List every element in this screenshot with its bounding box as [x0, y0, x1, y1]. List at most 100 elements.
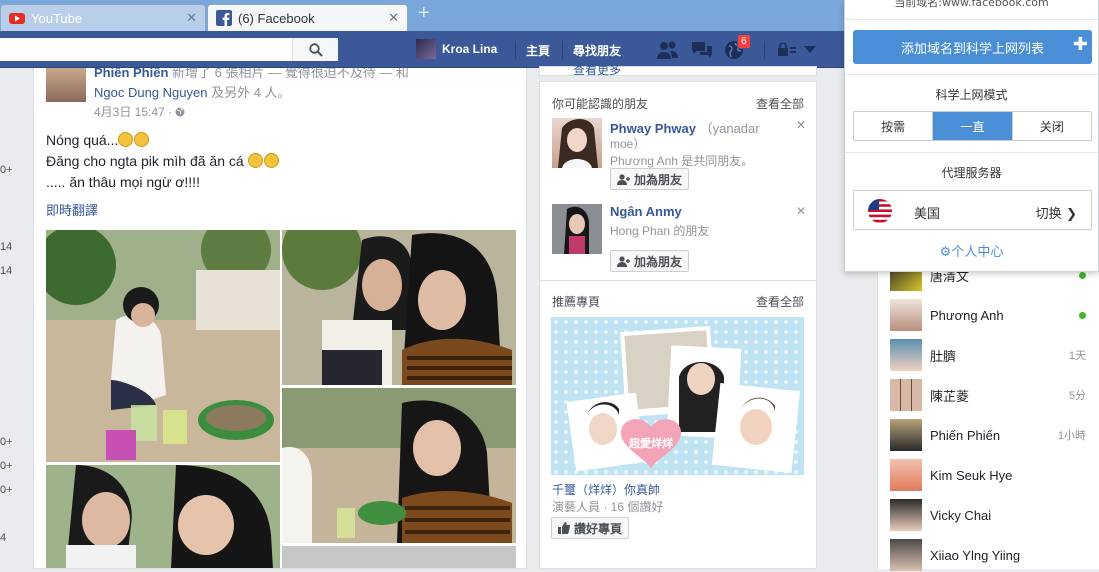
gear-icon: ⚙ — [939, 245, 952, 260]
chat-contact[interactable]: Kim Seuk Hye — [890, 458, 1086, 492]
see-more-link[interactable]: 查看更多 — [573, 61, 621, 78]
author-avatar[interactable] — [46, 68, 86, 102]
chat-contact[interactable]: 肚臍 1天 — [890, 338, 1086, 372]
contact-name: Phiến Phiến — [930, 427, 1001, 443]
messages-icon[interactable] — [690, 40, 714, 60]
us-flag-icon — [868, 199, 892, 223]
contact-name: 陳芷菱 — [930, 388, 970, 404]
switch-server-button[interactable]: 切换 ❯ — [1036, 203, 1077, 222]
suggestion-avatar[interactable] — [552, 118, 602, 168]
contact-name: Vicky Chai — [930, 507, 992, 523]
profile-name: Kroa Lina — [442, 42, 498, 56]
count-label: 0+ — [0, 460, 13, 472]
friend-suggestion: Phway Phway （yanadar moe） Phương Anh 是共同… — [552, 118, 806, 174]
privacy-shortcuts-icon[interactable] — [778, 43, 796, 57]
user-center-link[interactable]: ⚙个人中心 — [845, 241, 1098, 260]
page-name-link[interactable]: 千璽（烊烊）你真帥 — [552, 481, 660, 498]
mode-selector: 按需 一直 关闭 — [853, 111, 1092, 141]
plus-icon: ✚ — [1072, 34, 1088, 55]
chevron-down-icon[interactable] — [804, 46, 816, 54]
home-link[interactable]: 主頁 — [526, 42, 550, 59]
divider — [845, 152, 1098, 153]
tab-title: (6) Facebook — [238, 10, 315, 26]
tagged-others[interactable]: 及另外 4 人。 — [211, 85, 290, 100]
avatar — [890, 459, 922, 491]
chat-contact[interactable]: Phiến Phiến 1小時 — [890, 418, 1086, 452]
button-label: 讚好專頁 — [574, 521, 623, 536]
tab-youtube[interactable]: YouTube ✕ — [0, 4, 206, 31]
photo-image — [558, 119, 598, 168]
suggestion-avatar[interactable] — [552, 204, 602, 254]
proxy-server-selector[interactable]: 美国 切换 ❯ — [853, 190, 1092, 230]
mode-on-demand[interactable]: 按需 — [854, 112, 934, 140]
tab-title: YouTube — [31, 10, 83, 26]
tagged-name-link[interactable]: Ngoc Dung Nguyen — [94, 85, 207, 100]
button-label: 加為朋友 — [634, 172, 683, 187]
online-indicator — [1079, 271, 1086, 279]
avatar — [890, 539, 922, 571]
mode-off[interactable]: 关闭 — [1013, 112, 1091, 140]
last-active: 1小時 — [1057, 430, 1086, 442]
nav-divider — [515, 41, 516, 59]
author-name[interactable]: Phiến Phiến — [94, 68, 168, 80]
proxy-server-title: 代理服务器 — [941, 166, 1002, 180]
friend-requests-icon[interactable] — [656, 40, 680, 60]
close-tab-icon[interactable]: ✕ — [388, 10, 399, 26]
count-label: 14 — [0, 241, 13, 253]
post-photo[interactable] — [46, 465, 280, 568]
search-input[interactable] — [0, 38, 338, 61]
photo-image — [46, 465, 280, 568]
post-photo[interactable] — [282, 546, 516, 568]
emoji-icon — [247, 153, 263, 168]
chat-contact[interactable]: 陳芷菱 5分 — [890, 378, 1086, 412]
post-photo[interactable] — [46, 230, 280, 462]
add-domain-button[interactable]: 添加域名到科学上网列表 ✚ — [853, 30, 1092, 64]
contact-name: 肚臍 — [930, 348, 957, 364]
post-photo[interactable] — [282, 230, 516, 385]
avatar — [890, 499, 922, 531]
see-all-link[interactable]: 查看全部 — [756, 293, 804, 310]
notification-badge: 6 — [737, 34, 751, 49]
last-active: 1天 — [1068, 350, 1086, 362]
avatar — [890, 379, 922, 411]
contact-name: Phương Anh — [930, 307, 1004, 323]
count-label: 14 — [0, 265, 13, 277]
close-icon[interactable]: ✕ — [796, 204, 806, 218]
nav-divider — [764, 41, 765, 59]
see-translation-link[interactable]: 即時翻譯 — [46, 200, 98, 219]
search-icon — [308, 42, 323, 57]
mode-title: 科学上网模式 — [935, 88, 1008, 102]
close-tab-icon[interactable]: ✕ — [186, 10, 197, 26]
post-line: ..... ăn thâu mọi ngừ ơ!!!! — [46, 174, 200, 190]
facebook-icon — [216, 10, 232, 26]
page-cover-image[interactable]: 超愛烊烊 — [551, 317, 804, 475]
suggested-pages-title: 推薦專頁 — [552, 295, 601, 309]
chat-contact[interactable]: Phương Anh — [890, 298, 1086, 332]
like-page-button[interactable]: 讚好專頁 — [551, 517, 630, 539]
tagged-people: Ngoc Dung Nguyen 及另外 4 人。 — [94, 82, 291, 101]
new-tab-button[interactable]: + — [418, 2, 430, 25]
tab-facebook[interactable]: (6) Facebook ✕ — [207, 4, 408, 31]
last-active: 5分 — [1068, 390, 1086, 402]
left-column-cropped: 0+ 14 14 0+ 0+ 0+ 4 — [0, 68, 33, 569]
chat-contact[interactable]: Xiiao Ylng Yiing — [890, 538, 1086, 572]
post-photo[interactable] — [282, 388, 516, 543]
add-friend-button[interactable]: 加為朋友 — [610, 168, 690, 190]
post-timestamp[interactable]: 4月3日 15:47 · — [94, 103, 185, 120]
suggestion-name[interactable]: Ngân Anmy — [610, 204, 682, 219]
current-domain: 当前域名:www.facebook.com — [894, 0, 1049, 9]
find-friends-link[interactable]: 尋找朋友 — [573, 42, 621, 59]
chat-contact[interactable]: Vicky Chai — [890, 498, 1086, 532]
emoji-icon — [118, 132, 134, 147]
search-button[interactable] — [292, 38, 338, 61]
mode-always[interactable]: 一直 — [933, 112, 1013, 140]
online-indicator — [1079, 311, 1086, 319]
post-line: Đăng cho ngta pik mìh đã ăn cá — [46, 151, 280, 172]
add-friend-button[interactable]: 加為朋友 — [610, 250, 690, 272]
close-icon[interactable]: ✕ — [796, 118, 806, 132]
count-label: 4 — [0, 532, 7, 544]
profile-link[interactable]: Kroa Lina — [416, 39, 497, 59]
emoji-icon — [263, 153, 279, 168]
see-all-link[interactable]: 查看全部 — [756, 95, 804, 112]
cover-caption: 超愛烊烊 — [628, 436, 673, 450]
